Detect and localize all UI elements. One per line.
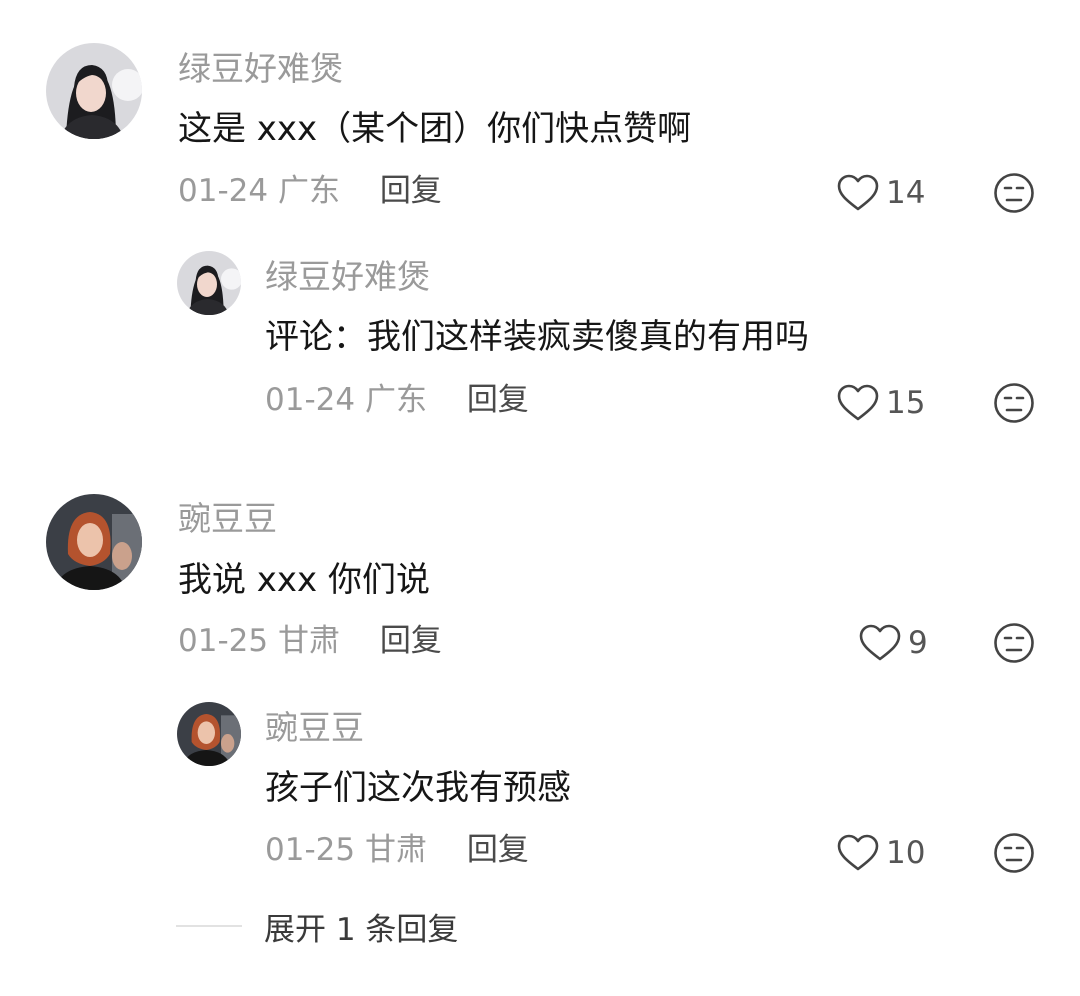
reply-button[interactable]: 回复 — [467, 832, 529, 868]
username[interactable]: 绿豆好难煲 — [265, 260, 430, 293]
neutral-face-icon — [993, 622, 1035, 664]
dislike-button[interactable] — [993, 622, 1035, 664]
dislike-button[interactable] — [993, 172, 1035, 214]
heart-outline-icon — [858, 623, 902, 663]
comment-location: 广东 — [364, 382, 427, 418]
like-count: 10 — [886, 835, 926, 871]
reply-button[interactable]: 回复 — [467, 382, 529, 418]
heart-outline-icon — [836, 173, 880, 213]
expand-replies-label: 展开 1 条回复 — [264, 911, 459, 948]
like-count: 14 — [886, 175, 926, 211]
comment-text: 我说 xxx 你们说 — [178, 560, 430, 600]
username[interactable]: 绿豆好难煲 — [178, 52, 343, 85]
divider — [176, 925, 242, 927]
dislike-button[interactable] — [993, 382, 1035, 424]
like-button[interactable]: 9 — [858, 621, 928, 665]
comment-date: 01-25 — [265, 832, 356, 868]
comment-meta: 01-25 甘肃 回复 — [178, 626, 442, 657]
like-count: 15 — [886, 385, 926, 421]
comment-location: 广东 — [277, 173, 340, 209]
avatar[interactable] — [46, 494, 142, 590]
comment-location: 甘肃 — [364, 832, 427, 868]
comment-date: 01-24 — [265, 382, 356, 418]
reply-button[interactable]: 回复 — [380, 173, 442, 209]
comment-text: 孩子们这次我有预感 — [265, 768, 571, 808]
neutral-face-icon — [993, 832, 1035, 874]
avatar[interactable] — [177, 251, 241, 315]
comment-text: 评论：我们这样装疯卖傻真的有用吗 — [265, 317, 809, 357]
avatar[interactable] — [46, 43, 142, 139]
comment-meta: 01-24 广东 回复 — [178, 176, 442, 207]
heart-outline-icon — [836, 833, 880, 873]
expand-replies-button[interactable]: 展开 1 条回复 — [176, 904, 458, 948]
heart-outline-icon — [836, 383, 880, 423]
comment-text: 这是 xxx（某个团）你们快点赞啊 — [178, 109, 692, 149]
reply-button[interactable]: 回复 — [380, 623, 442, 659]
comment-meta: 01-24 广东 回复 — [265, 385, 529, 416]
avatar[interactable] — [177, 702, 241, 766]
like-count: 9 — [908, 625, 928, 661]
comment-date: 01-24 — [178, 173, 269, 209]
like-button[interactable]: 14 — [836, 171, 925, 215]
neutral-face-icon — [993, 172, 1035, 214]
comment-meta: 01-25 甘肃 回复 — [265, 835, 529, 866]
dislike-button[interactable] — [993, 832, 1035, 874]
comment-location: 甘肃 — [277, 623, 340, 659]
username[interactable]: 豌豆豆 — [265, 711, 364, 744]
username[interactable]: 豌豆豆 — [178, 502, 277, 535]
like-button[interactable]: 10 — [836, 831, 925, 875]
like-button[interactable]: 15 — [836, 381, 925, 425]
comment-date: 01-25 — [178, 623, 269, 659]
neutral-face-icon — [993, 382, 1035, 424]
